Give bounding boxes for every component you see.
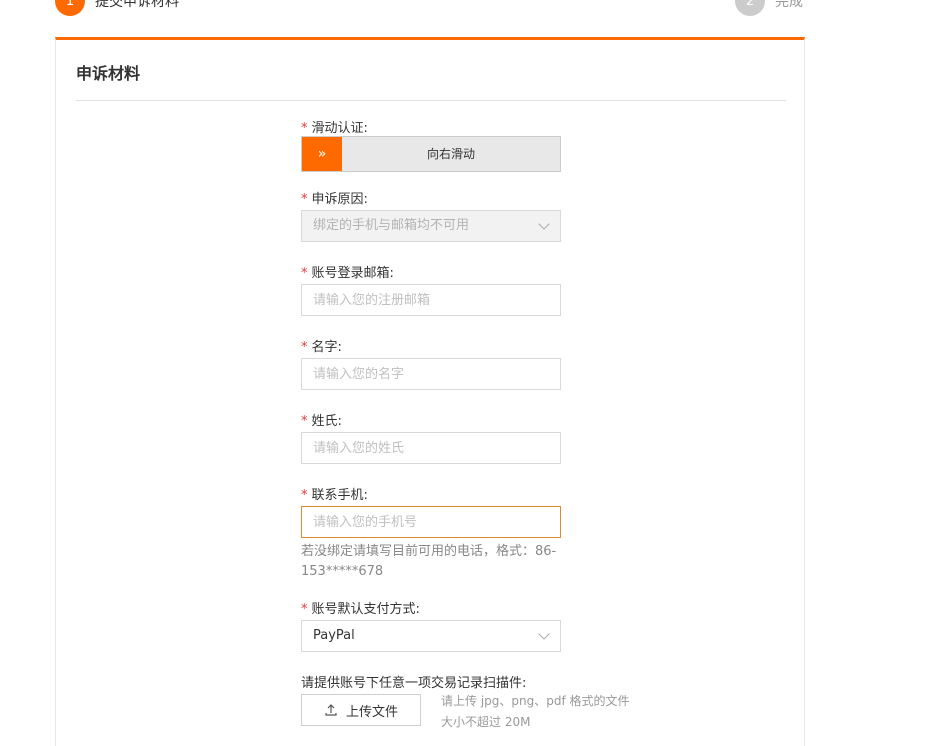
double-chevron-right-icon: » (317, 146, 327, 162)
chevron-down-icon (538, 628, 550, 640)
upload-size-note: 大小不超过 20M (441, 715, 531, 729)
step-number-badge: 2 (735, 0, 765, 16)
required-mark: * (301, 488, 308, 503)
step-final: 2 完成 (735, 0, 803, 16)
upload-label: 请提供账号下任意一项交易记录扫描件: (301, 676, 527, 691)
upload-button-label: 上传文件 (345, 704, 398, 720)
required-mark: * (301, 266, 308, 281)
last-name-label: * 姓氏: (301, 414, 342, 429)
required-mark: * (301, 414, 308, 429)
phone-label: * 联系手机: (301, 488, 368, 503)
last-name-field[interactable] (301, 432, 561, 464)
step-label: 提交申诉材料 (95, 0, 179, 10)
email-label: * 账号登录邮箱: (301, 266, 394, 281)
phone-format-hint: 若没绑定请填写目前可用的电话，格式：86-153*****678 (301, 544, 557, 579)
upload-icon (324, 703, 338, 717)
payment-method-value: PayPal (313, 628, 355, 643)
slide-verify-track[interactable]: » 向右滑动 (301, 136, 561, 172)
reason-select-value: 绑定的手机与邮箱均不可用 (313, 218, 470, 233)
required-mark: * (301, 340, 308, 355)
first-name-label: * 名字: (301, 340, 342, 355)
card-title: 申诉材料 (76, 64, 141, 83)
appeal-page: 1 提交申诉材料 2 完成 申诉材料 * 滑动认证: » 向右滑动 * 申诉原因: … (0, 0, 938, 746)
required-mark: * (301, 192, 308, 207)
divider (76, 100, 786, 101)
step-number-badge: 1 (55, 0, 85, 16)
payment-method-label: * 账号默认支付方式: (301, 602, 420, 617)
upload-format-note: 请上传 jpg、png、pdf 格式的文件 (441, 694, 630, 708)
reason-select[interactable]: 绑定的手机与邮箱均不可用 (301, 210, 561, 242)
email-field[interactable] (301, 284, 561, 316)
required-mark: * (301, 602, 308, 617)
phone-field[interactable] (301, 506, 561, 538)
chevron-down-icon (538, 218, 550, 230)
slide-handle[interactable]: » (302, 137, 342, 171)
slide-hint-text: 向右滑动 (426, 147, 475, 161)
payment-method-select[interactable]: PayPal (301, 620, 561, 652)
first-name-field[interactable] (301, 358, 561, 390)
step-current: 1 提交申诉材料 (55, 0, 179, 16)
upload-file-button[interactable]: 上传文件 (301, 694, 421, 726)
reason-label: * 申诉原因: (301, 192, 368, 207)
required-mark: * (301, 121, 308, 136)
step-label: 完成 (775, 0, 803, 10)
slider-verify-label: * 滑动认证: (301, 121, 368, 136)
